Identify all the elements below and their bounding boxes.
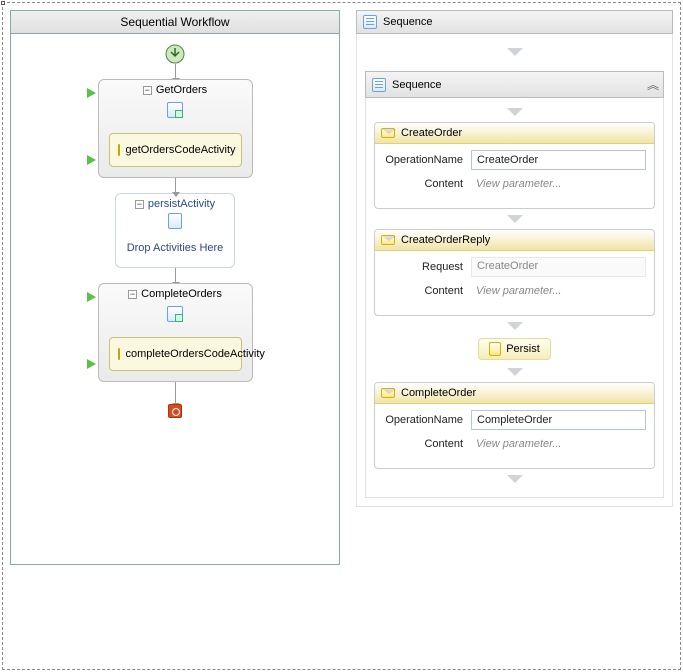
- code-activity-icon: [118, 144, 120, 156]
- insertion-point-icon[interactable]: [374, 368, 655, 376]
- workflow-canvas[interactable]: − GetOrders getOrdersCodeActivity − pers…: [11, 34, 339, 428]
- code-activity-icon: [118, 348, 120, 360]
- receive-activity-completeorder[interactable]: CompleteOrder OperationName Content View…: [374, 382, 655, 469]
- message-icon: [381, 128, 395, 138]
- receive-activity-createorder[interactable]: CreateOrder OperationName Content View p…: [374, 122, 655, 209]
- activity-title-text: CreateOrder: [401, 127, 462, 139]
- content-link[interactable]: View parameter...: [471, 436, 646, 452]
- entry-marker-icon: [87, 359, 96, 369]
- insertion-point-icon[interactable]: [374, 322, 655, 330]
- insertion-point-icon[interactable]: [374, 108, 655, 116]
- content-link[interactable]: View parameter...: [471, 283, 646, 299]
- insertion-point-icon[interactable]: [374, 215, 655, 223]
- field-label: Request: [383, 261, 471, 273]
- activity-completeorders[interactable]: − CompleteOrders completeOrdersCodeActiv…: [98, 283, 253, 382]
- field-label: Content: [383, 438, 471, 450]
- connector-arrow-icon: [175, 178, 176, 193]
- code-activity-label: getOrdersCodeActivity: [126, 144, 236, 156]
- activity-header[interactable]: − GetOrders: [99, 80, 252, 100]
- activity-header[interactable]: − CompleteOrders: [99, 284, 252, 304]
- field-label: OperationName: [383, 414, 471, 426]
- operationname-input[interactable]: [471, 410, 646, 430]
- operationname-input[interactable]: [471, 150, 646, 170]
- code-activity-completeorders[interactable]: completeOrdersCodeActivity: [109, 337, 242, 371]
- sequence-outer[interactable]: Sequence Sequence ︽ CreateOrder: [356, 10, 673, 507]
- connector-arrow-icon: [175, 64, 176, 79]
- field-label: Content: [383, 178, 471, 190]
- start-node-icon[interactable]: [165, 44, 185, 64]
- activity-type-icon: [99, 100, 252, 127]
- drop-zone-label: Drop Activities Here: [127, 242, 224, 254]
- code-activity-label: completeOrdersCodeActivity: [126, 348, 265, 360]
- sequence-header[interactable]: Sequence: [356, 10, 673, 34]
- field-label: Content: [383, 285, 471, 297]
- activity-getorders[interactable]: − GetOrders getOrdersCodeActivity: [98, 79, 253, 178]
- persist-label: Persist: [506, 343, 540, 355]
- persist-icon: [489, 342, 501, 356]
- activity-title-text: persistActivity: [148, 198, 215, 210]
- sequence-header[interactable]: Sequence ︽: [365, 71, 664, 98]
- activity-header[interactable]: CreateOrderReply: [375, 230, 654, 251]
- activity-header[interactable]: − persistActivity: [120, 198, 230, 210]
- wf4-designer: Sequence Sequence ︽ CreateOrder: [356, 10, 673, 507]
- connector-arrow-icon: [175, 382, 176, 404]
- sendreply-activity-createorderreply[interactable]: CreateOrderReply Request CreateOrder Con…: [374, 229, 655, 316]
- content-link[interactable]: View parameter...: [471, 176, 646, 192]
- sequential-workflow-designer: Sequential Workflow − GetOrders getOrder…: [10, 10, 340, 565]
- message-icon: [381, 388, 395, 398]
- connector-arrow-icon: [175, 268, 176, 283]
- collapse-toggle-icon[interactable]: −: [135, 200, 144, 209]
- message-icon: [381, 235, 395, 245]
- activity-type-icon: [120, 210, 230, 235]
- sequence-icon: [363, 15, 377, 29]
- activity-header[interactable]: CompleteOrder: [375, 383, 654, 404]
- activity-title-text: CompleteOrder: [401, 387, 476, 399]
- persist-activity[interactable]: Persist: [374, 338, 655, 360]
- activity-title-text: CreateOrderReply: [401, 234, 490, 246]
- workflow-title: Sequential Workflow: [11, 11, 339, 34]
- collapse-toggle-icon[interactable]: −: [143, 86, 152, 95]
- entry-marker-icon: [87, 155, 96, 165]
- terminate-node-icon[interactable]: [168, 404, 182, 418]
- request-value[interactable]: CreateOrder: [471, 257, 646, 277]
- resize-handle[interactable]: [1, 1, 5, 5]
- sequence-title: Sequence: [392, 79, 442, 91]
- sequence-title: Sequence: [383, 16, 433, 28]
- collapse-chevron-icon[interactable]: ︽: [647, 76, 657, 93]
- sequence-icon: [372, 78, 386, 92]
- code-activity-getorders[interactable]: getOrdersCodeActivity: [109, 133, 242, 167]
- insertion-point-icon[interactable]: [365, 48, 664, 56]
- sequence-inner[interactable]: Sequence ︽ CreateOrder OperationName: [365, 71, 664, 498]
- activity-title-text: GetOrders: [156, 84, 207, 96]
- collapse-toggle-icon[interactable]: −: [128, 290, 137, 299]
- activity-persist[interactable]: − persistActivity Drop Activities Here: [115, 193, 235, 268]
- activity-header[interactable]: CreateOrder: [375, 123, 654, 144]
- entry-marker-icon: [87, 292, 96, 302]
- insertion-point-icon[interactable]: [374, 475, 655, 483]
- entry-marker-icon: [87, 88, 96, 98]
- activity-type-icon: [99, 304, 252, 331]
- drop-zone[interactable]: Drop Activities Here: [120, 235, 230, 263]
- activity-title-text: CompleteOrders: [141, 288, 222, 300]
- field-label: OperationName: [383, 154, 471, 166]
